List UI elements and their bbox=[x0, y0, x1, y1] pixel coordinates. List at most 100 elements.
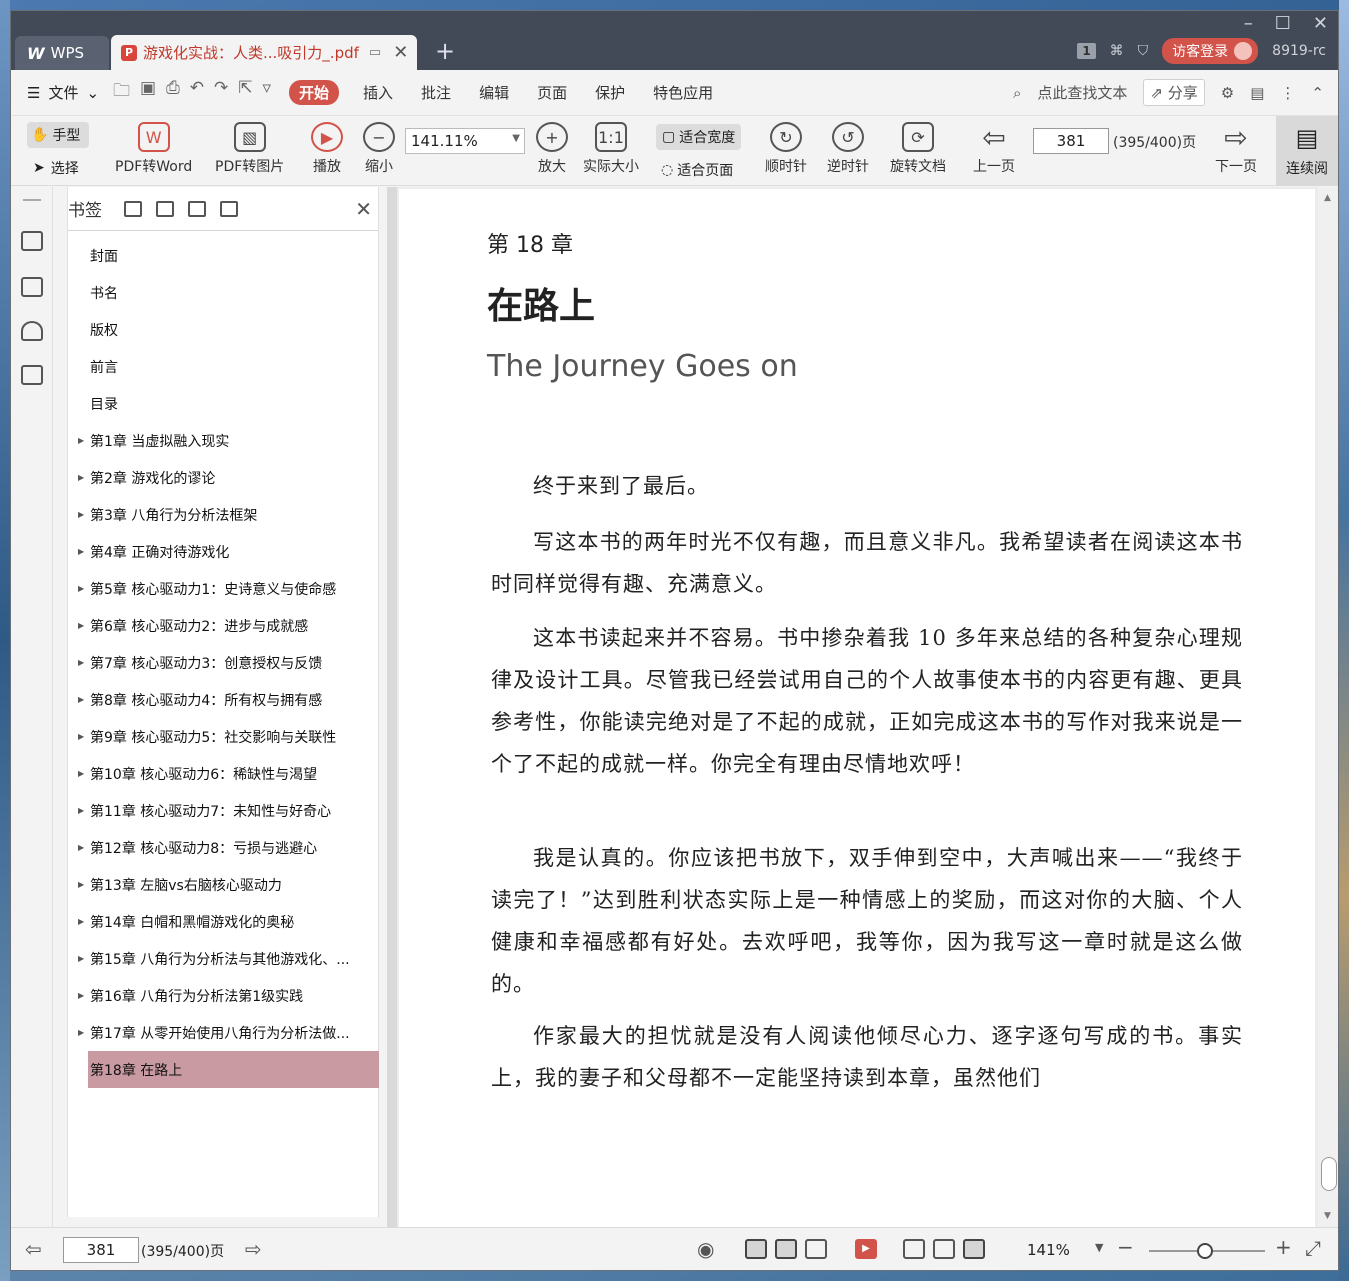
open-folder-icon[interactable]: 🗀 bbox=[113, 78, 130, 107]
annotation-panel-icon[interactable] bbox=[21, 321, 43, 341]
tab-special[interactable]: 特色应用 bbox=[653, 82, 713, 103]
bookmark-item[interactable]: ▶ 第7章 核心驱动力3：创意授权与反馈 bbox=[68, 644, 378, 681]
expand-triangle-icon[interactable]: ▶ bbox=[78, 436, 84, 445]
tab-start[interactable]: 开始 bbox=[289, 80, 340, 105]
tab-document[interactable]: P 游戏化实战：人类...吸引力_.pdf ▭ ✕ bbox=[111, 35, 417, 70]
bookmark-item[interactable]: ▶ 第14章 白帽和黑帽游戏化的奥秘 bbox=[68, 903, 378, 940]
expand-triangle-icon[interactable]: ▶ bbox=[78, 954, 84, 963]
eye-protection-icon[interactable]: ◉ bbox=[697, 1237, 714, 1261]
continuous-view-icon[interactable] bbox=[775, 1239, 797, 1259]
zoom-input[interactable]: 141.11% ▼ bbox=[405, 128, 525, 154]
continuous-read-button[interactable]: ▤ 连续阅 bbox=[1276, 116, 1338, 186]
expand-triangle-icon[interactable]: ▶ bbox=[78, 1028, 84, 1037]
bookmark-item[interactable]: ▶ 第9章 核心驱动力5：社交影响与关联性 bbox=[68, 718, 378, 755]
close-tab-icon[interactable]: ✕ bbox=[393, 42, 408, 63]
bookmark-options-icon[interactable] bbox=[220, 200, 238, 217]
expand-triangle-icon[interactable]: ▶ bbox=[78, 806, 84, 815]
bookmark-item[interactable]: ▶ 第13章 左脑vs右脑核心驱动力 bbox=[68, 866, 378, 903]
zoom-dropdown-icon[interactable]: ▼ bbox=[512, 133, 520, 144]
tab-wps-home[interactable]: W WPS bbox=[15, 36, 109, 70]
rotate-document-button[interactable]: ⟳ 旋转文档 bbox=[890, 122, 946, 176]
expand-triangle-icon[interactable]: ▶ bbox=[78, 584, 84, 593]
status-zoom-value[interactable]: 141% bbox=[1027, 1241, 1070, 1259]
bookmark-item[interactable]: 目录 bbox=[68, 385, 378, 422]
bookmark-item[interactable]: ▶ 第3章 八角行为分析法框架 bbox=[68, 496, 378, 533]
fit-page-status-icon[interactable] bbox=[933, 1239, 955, 1259]
more-icon[interactable]: ⋮ bbox=[1280, 84, 1295, 102]
thumbnail-panel-icon[interactable] bbox=[21, 277, 43, 297]
zoom-slider-knob[interactable] bbox=[1197, 1243, 1213, 1259]
close-panel-icon[interactable]: ✕ bbox=[355, 197, 372, 221]
select-tool-button[interactable]: ➤ 选择 bbox=[33, 158, 79, 178]
bookmark-item-active[interactable]: 第18章 在路上 bbox=[88, 1051, 379, 1088]
bookmark-item[interactable]: ▶ 第2章 游戏化的谬论 bbox=[68, 459, 378, 496]
gear-icon[interactable]: ⚙ bbox=[1221, 84, 1234, 102]
minimize-icon[interactable]: – bbox=[1244, 13, 1253, 34]
export-icon[interactable]: ⇱ bbox=[238, 78, 252, 107]
new-tab-button[interactable]: + bbox=[435, 39, 455, 63]
fit-page-button[interactable]: ◌ 适合页面 bbox=[661, 160, 733, 180]
scroll-up-icon[interactable]: ▲ bbox=[1324, 193, 1331, 203]
bookmark-item[interactable]: ▶ 第10章 核心驱动力6：稀缺性与渴望 bbox=[68, 755, 378, 792]
next-page-button[interactable]: ⇨ 下一页 bbox=[1215, 121, 1257, 176]
maximize-icon[interactable]: ☐ bbox=[1275, 13, 1291, 34]
zoom-dropdown-status-icon[interactable]: ▼ bbox=[1095, 1241, 1103, 1254]
tab-page[interactable]: 页面 bbox=[537, 82, 567, 103]
expand-triangle-icon[interactable]: ▶ bbox=[78, 547, 84, 556]
bookmark-item[interactable]: 版权 bbox=[68, 311, 378, 348]
tab-insert[interactable]: 插入 bbox=[363, 82, 393, 103]
fullscreen-icon[interactable]: ⤢ bbox=[1305, 1236, 1321, 1260]
bookmark-item[interactable]: ▶ 第17章 从零开始使用八角行为分析法做... bbox=[68, 1014, 378, 1051]
document-view[interactable]: 第 18 章 在路上 The Journey Goes on 终于来到了最后。 … bbox=[397, 187, 1338, 1227]
bookmark-item[interactable]: ▶ 第8章 核心驱动力4：所有权与拥有感 bbox=[68, 681, 378, 718]
single-page-view-icon[interactable] bbox=[745, 1239, 767, 1259]
scroll-down-icon[interactable]: ▼ bbox=[1324, 1211, 1331, 1221]
expand-triangle-icon[interactable]: ▶ bbox=[78, 843, 84, 852]
signature-panel-icon[interactable] bbox=[21, 365, 43, 385]
shirt-icon[interactable]: ⛉ bbox=[1138, 43, 1149, 59]
bookmark-item[interactable]: ▶ 第4章 正确对待游戏化 bbox=[68, 533, 378, 570]
share-button[interactable]: ⇗ 分享 bbox=[1143, 79, 1205, 106]
fit-width-button[interactable]: ▢ 适合宽度 bbox=[656, 124, 742, 150]
rotate-counterclockwise-button[interactable]: ↺ 逆时针 bbox=[827, 122, 869, 176]
expand-triangle-icon[interactable]: ▶ bbox=[78, 621, 84, 630]
bookmark-item[interactable]: 书名 bbox=[68, 274, 378, 311]
play-button[interactable]: ▶ 播放 bbox=[311, 122, 343, 176]
status-prev-page-icon[interactable]: ⇦ bbox=[25, 1237, 42, 1261]
save-icon[interactable]: ▣ bbox=[140, 78, 156, 107]
actual-size-status-icon[interactable] bbox=[903, 1239, 925, 1259]
expand-triangle-icon[interactable]: ▶ bbox=[78, 917, 84, 926]
play-slideshow-icon[interactable]: ▶ bbox=[855, 1239, 877, 1259]
bookmark-item[interactable]: ▶ 第5章 核心驱动力1：史诗意义与使命感 bbox=[68, 570, 378, 607]
expand-triangle-icon[interactable]: ▶ bbox=[78, 769, 84, 778]
scrollbar-thumb[interactable] bbox=[1321, 1157, 1337, 1191]
bookmark-item[interactable]: ▶ 第16章 八角行为分析法第1级实践 bbox=[68, 977, 378, 1014]
expand-triangle-icon[interactable]: ▶ bbox=[78, 510, 84, 519]
expand-triangle-icon[interactable]: ▶ bbox=[78, 880, 84, 889]
prev-page-button[interactable]: ⇦ 上一页 bbox=[973, 121, 1015, 176]
redo-icon[interactable]: ↷ bbox=[214, 78, 228, 107]
bookmark-item[interactable]: 封面 bbox=[68, 237, 378, 274]
search-text-button[interactable]: 点此查找文本 bbox=[1037, 82, 1127, 103]
tab-protect[interactable]: 保护 bbox=[595, 82, 625, 103]
actual-size-button[interactable]: 1:1 实际大小 bbox=[583, 122, 639, 176]
zoom-slider[interactable] bbox=[1149, 1243, 1265, 1259]
fit-width-status-icon[interactable] bbox=[963, 1239, 985, 1259]
skin-icon[interactable]: ⌘ bbox=[1110, 43, 1124, 59]
undo-icon[interactable]: ↶ bbox=[190, 78, 204, 107]
bookmark-item[interactable]: ▶ 第11章 核心驱动力7：未知性与好奇心 bbox=[68, 792, 378, 829]
tab-annotate[interactable]: 批注 bbox=[421, 82, 451, 103]
drag-handle[interactable] bbox=[23, 199, 41, 201]
file-menu[interactable]: ☰ 文件 ⌄ bbox=[27, 82, 99, 103]
bookmark-panel-icon[interactable] bbox=[21, 231, 43, 251]
zoom-in-button[interactable]: + 放大 bbox=[536, 122, 568, 176]
close-window-icon[interactable]: ✕ bbox=[1313, 13, 1328, 34]
visitor-login-button[interactable]: 访客登录 bbox=[1162, 38, 1259, 64]
pdf-to-image-button[interactable]: ▧ PDF转图片 bbox=[215, 122, 284, 176]
bookmark-item[interactable]: ▶ 第6章 核心驱动力2：进步与成就感 bbox=[68, 607, 378, 644]
rotate-clockwise-button[interactable]: ↻ 顺时针 bbox=[765, 122, 807, 176]
status-page-input[interactable]: 381 bbox=[63, 1237, 139, 1263]
expand-triangle-icon[interactable]: ▶ bbox=[78, 658, 84, 667]
page-number-input[interactable]: 381 bbox=[1033, 128, 1109, 154]
expand-triangle-icon[interactable]: ▶ bbox=[78, 695, 84, 704]
